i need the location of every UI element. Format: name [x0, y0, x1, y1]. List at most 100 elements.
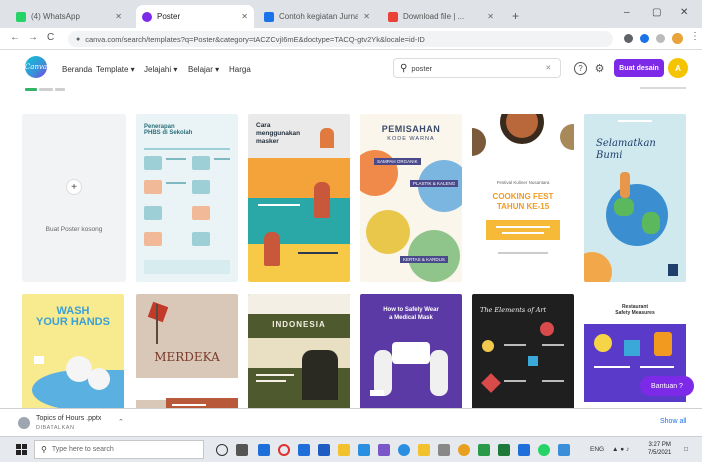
- template-card-wash-hands[interactable]: WASH YOUR HANDS: [22, 294, 124, 408]
- menu-harga[interactable]: Harga: [229, 65, 251, 74]
- file-icon: [18, 417, 30, 429]
- show-all-downloads-link[interactable]: Show all: [660, 418, 686, 425]
- template-card-selamatkan-bumi[interactable]: Selamatkan Bumi: [584, 114, 686, 282]
- folder-icon[interactable]: [418, 444, 430, 456]
- forward-button[interactable]: →: [28, 32, 38, 43]
- windows-taskbar: ⚲ Type here to search ENG ▲ ● ♪ 3:27 PM …: [0, 436, 702, 462]
- whatsapp-favicon-icon: [16, 11, 26, 22]
- opera-icon[interactable]: [278, 444, 290, 456]
- chevron-up-icon[interactable]: ⌃: [118, 418, 124, 426]
- taskbar-search-placeholder: Type here to search: [51, 446, 114, 453]
- template-card-elements-of-art[interactable]: The Elements of Art: [472, 294, 574, 408]
- tray-language[interactable]: ENG: [590, 446, 604, 453]
- download-favicon-icon: [388, 11, 398, 22]
- chrome-icon[interactable]: [458, 444, 470, 456]
- template-card-merdeka[interactable]: MERDEKA: [136, 294, 238, 408]
- menu-jelajahi[interactable]: Jelajahi ▾: [144, 65, 177, 74]
- template-title: How to Safely Wear a Medical Mask: [383, 307, 439, 321]
- tab-title: Poster: [157, 12, 181, 21]
- tab-title: (4) WhatsApp: [31, 12, 80, 21]
- clock-time: 3:27 PM: [648, 442, 671, 448]
- template-title: WASH YOUR HANDS: [36, 305, 110, 328]
- blank-card-label: Buat Poster kosong: [45, 226, 103, 233]
- file-explorer-icon[interactable]: [338, 444, 350, 456]
- taskbar-search[interactable]: ⚲ Type here to search: [34, 440, 204, 459]
- close-icon[interactable]: ✕: [487, 12, 494, 21]
- star-icon[interactable]: [656, 34, 665, 43]
- help-button[interactable]: Bantuan ?: [640, 376, 694, 396]
- tab-jurnal[interactable]: Contoh kegiatan Jurnal Tum... ✕: [258, 5, 376, 28]
- minimize-button[interactable]: –: [624, 7, 630, 18]
- avatar[interactable]: A: [668, 58, 688, 78]
- tab-whatsapp[interactable]: (4) WhatsApp ✕: [10, 5, 128, 28]
- template-title: PEMISAHAN: [381, 124, 441, 134]
- template-card-pemisahan[interactable]: PEMISAHAN KODE WARNA SAMPAH ORGANIK PLAS…: [360, 114, 462, 282]
- tab-title: Contoh kegiatan Jurnal Tum...: [279, 12, 359, 21]
- word-icon[interactable]: [318, 444, 330, 456]
- close-window-button[interactable]: ✕: [680, 7, 688, 18]
- app-icon-1[interactable]: [258, 444, 270, 456]
- clear-search-icon[interactable]: ✕: [545, 64, 551, 72]
- tab-download[interactable]: Download file | ... ✕: [382, 5, 500, 28]
- search-input[interactable]: [411, 63, 542, 73]
- create-design-button[interactable]: Buat desain: [614, 59, 664, 77]
- template-card-masker[interactable]: Cara menggunakan masker: [248, 114, 350, 282]
- lock-icon: ●: [76, 35, 81, 43]
- cortana-icon[interactable]: [216, 444, 228, 456]
- mail-icon[interactable]: [518, 444, 530, 456]
- download-file-name[interactable]: Topics of Hours .pptx: [36, 415, 101, 422]
- store-icon[interactable]: [298, 444, 310, 456]
- browser-tab-strip: (4) WhatsApp ✕ Poster ✕ Contoh kegiatan …: [0, 0, 702, 28]
- app-icon-4[interactable]: [438, 444, 450, 456]
- menu-template[interactable]: Template ▾: [96, 65, 135, 74]
- template-title: COOKING FEST TAHUN KE-15: [492, 192, 554, 211]
- profile-icon[interactable]: [672, 33, 683, 44]
- template-tag: PLASTIK & KALENG: [410, 180, 459, 187]
- photos-icon[interactable]: [558, 444, 570, 456]
- template-title: Selamatkan Bumi: [596, 138, 656, 161]
- teams-icon[interactable]: [378, 444, 390, 456]
- template-card-medical-mask[interactable]: How to Safely Wear a Medical Mask: [360, 294, 462, 408]
- tray-icons[interactable]: ▲ ● ♪: [612, 446, 629, 453]
- back-button[interactable]: ←: [10, 32, 20, 43]
- excel-icon[interactable]: [478, 444, 490, 456]
- browser-toolbar: ← → C ● canva.com/search/templates?q=Pos…: [0, 28, 702, 50]
- menu-belajar[interactable]: Belajar ▾: [188, 65, 219, 74]
- reload-button[interactable]: C: [47, 32, 54, 43]
- create-blank-poster-card[interactable]: + Buat Poster kosong: [22, 114, 126, 282]
- template-title: INDONESIA: [272, 320, 326, 329]
- address-bar[interactable]: ● canva.com/search/templates?q=Poster&ca…: [68, 31, 613, 47]
- extension-icon[interactable]: [624, 34, 633, 43]
- template-card-phbs[interactable]: Penerapan PHBS di Sekolah: [136, 114, 238, 282]
- windows-start-icon[interactable]: [16, 444, 27, 455]
- menu-beranda[interactable]: Beranda: [62, 65, 92, 74]
- gear-icon[interactable]: ⚙: [593, 62, 606, 75]
- help-icon[interactable]: ?: [574, 62, 587, 75]
- search-box[interactable]: ⚲ ✕: [393, 58, 561, 78]
- docs-favicon-icon: [264, 11, 274, 22]
- app-icon-5[interactable]: [498, 444, 510, 456]
- close-icon[interactable]: ✕: [363, 12, 370, 21]
- address-url: canva.com/search/templates?q=Poster&cate…: [85, 34, 425, 44]
- search-icon: ⚲: [41, 445, 47, 454]
- canva-logo[interactable]: Canva: [25, 56, 47, 78]
- whatsapp-icon[interactable]: [538, 444, 550, 456]
- template-card-indonesia[interactable]: INDONESIA: [248, 294, 350, 408]
- app-icon-3[interactable]: [398, 444, 410, 456]
- notification-icon[interactable]: □: [684, 446, 688, 453]
- template-grid: + Buat Poster kosong Penerapan PHBS di S…: [0, 98, 702, 408]
- template-title: Restaurant Safety Measures: [615, 304, 655, 316]
- close-icon[interactable]: ✕: [115, 12, 122, 21]
- clock[interactable]: 3:27 PM 7/5/2021: [648, 441, 671, 457]
- close-icon[interactable]: ✕: [241, 12, 248, 21]
- template-card-cooking-fest[interactable]: Festival Kuliner Nusantara COOKING FEST …: [472, 114, 574, 282]
- zoom-icon[interactable]: [640, 34, 649, 43]
- task-view-icon[interactable]: [236, 444, 248, 456]
- new-tab-button[interactable]: +: [512, 9, 519, 23]
- tab-poster[interactable]: Poster ✕: [136, 5, 254, 28]
- template-title: The Elements of Art: [480, 306, 547, 314]
- download-bar: Topics of Hours .pptx DIBATALKAN ⌃ Show …: [0, 408, 702, 436]
- maximize-button[interactable]: ▢: [652, 7, 661, 18]
- menu-dots-icon[interactable]: ⋮: [690, 31, 700, 42]
- app-icon-2[interactable]: [358, 444, 370, 456]
